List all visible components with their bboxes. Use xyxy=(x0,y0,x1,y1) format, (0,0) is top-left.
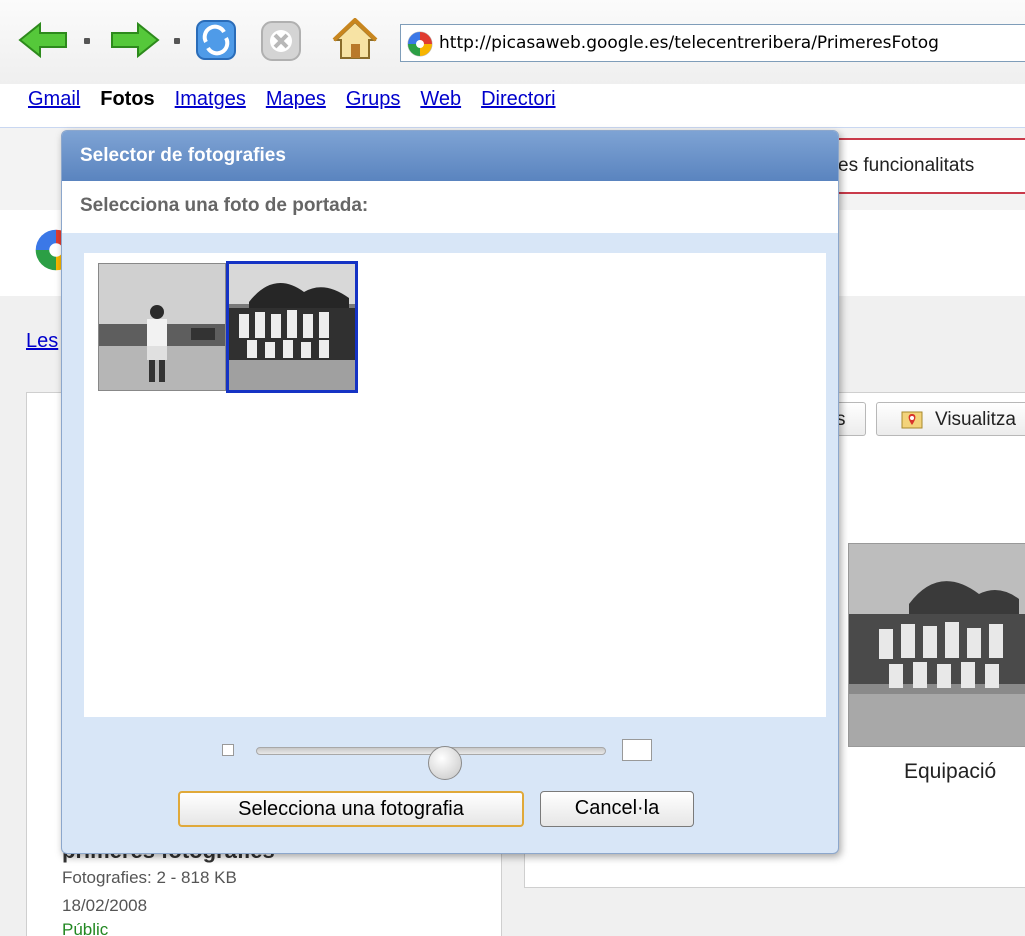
home-icon[interactable] xyxy=(332,17,378,66)
map-pin-icon xyxy=(901,410,923,434)
cancel-button[interactable]: Cancel·la xyxy=(540,791,694,827)
dialog-subtitle: Selecciona una foto de portada: xyxy=(80,195,369,216)
view-map-label: Visualitza xyxy=(935,409,1016,430)
album-visibility: Públic xyxy=(62,920,109,936)
nav-link-web[interactable]: Web xyxy=(420,88,461,110)
url-text: http://picasaweb.google.es/telecentrerib… xyxy=(439,33,939,53)
nav-link-imatges[interactable]: Imatges xyxy=(175,88,246,110)
photo-selector-dialog: Selector de fotografies Selecciona una f… xyxy=(61,130,839,854)
stop-icon[interactable] xyxy=(260,20,302,66)
back-dropdown-icon[interactable] xyxy=(84,38,90,44)
photo-caption: Equipació xyxy=(904,760,997,783)
zoom-control xyxy=(222,735,662,780)
select-photo-button[interactable]: Selecciona una fotografia xyxy=(178,791,524,827)
forward-dropdown-icon[interactable] xyxy=(174,38,180,44)
album-count: Fotografies: 2 - 818 KB xyxy=(62,868,237,887)
view-map-button[interactable]: Visualitza xyxy=(876,402,1025,436)
dialog-titlebar[interactable]: Selector de fotografies xyxy=(62,131,838,181)
photo-grid xyxy=(84,253,826,717)
info-banner: es funcionalitats xyxy=(830,138,1025,194)
back-icon[interactable] xyxy=(16,20,72,64)
zoom-slider[interactable] xyxy=(256,746,606,780)
nav-link-fotos: Fotos xyxy=(100,88,155,110)
google-nav: Gmail Fotos Imatges Mapes Grups Web Directori xyxy=(28,88,576,118)
dialog-title: Selector de fotografies xyxy=(80,145,286,166)
photo-thumbnail-2[interactable] xyxy=(226,261,358,393)
dialog-subtitle-bar: Selecciona una foto de portada: xyxy=(62,181,838,233)
album-date: 18/02/2008 xyxy=(62,896,148,915)
browser-toolbar: http://picasaweb.google.es/telecentrerib… xyxy=(0,0,1025,84)
nav-link-grups[interactable]: Grups xyxy=(346,88,400,110)
address-bar[interactable]: http://picasaweb.google.es/telecentrerib… xyxy=(400,24,1025,62)
album-photo-thumbnail[interactable] xyxy=(848,543,1025,747)
breadcrumb-link[interactable]: Les xyxy=(26,330,58,353)
nav-link-directori[interactable]: Directori xyxy=(481,88,555,110)
nav-link-mapes[interactable]: Mapes xyxy=(266,88,326,110)
zoom-slider-thumb[interactable] xyxy=(427,746,462,780)
zoom-out-icon[interactable] xyxy=(222,744,234,756)
nav-link-gmail[interactable]: Gmail xyxy=(28,88,80,110)
picasa-favicon xyxy=(407,31,433,61)
forward-icon[interactable] xyxy=(106,20,162,64)
zoom-in-icon[interactable] xyxy=(622,739,652,761)
info-banner-text: es funcionalitats xyxy=(838,155,975,176)
refresh-icon[interactable] xyxy=(194,18,238,66)
photo-thumbnail-1[interactable] xyxy=(98,263,226,391)
